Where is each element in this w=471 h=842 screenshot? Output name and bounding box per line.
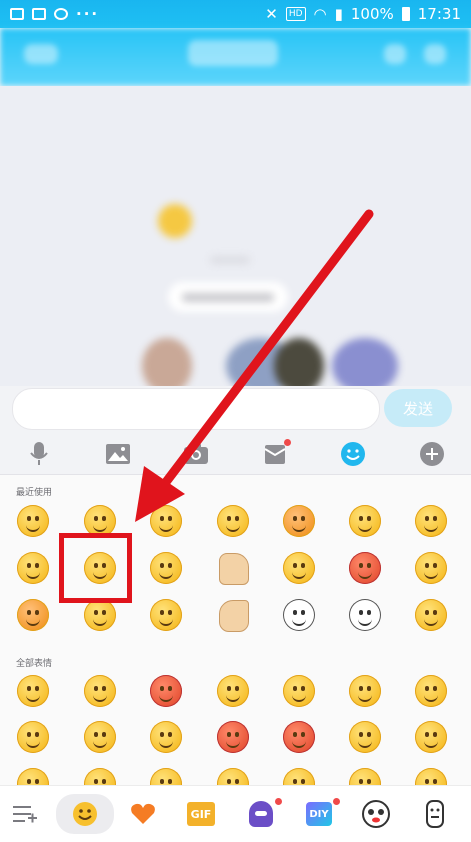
chat-header — [0, 28, 471, 86]
emoji-tears-icon[interactable] — [349, 675, 381, 707]
camera-icon[interactable] — [182, 440, 210, 468]
emoji-partial-icon[interactable] — [217, 768, 249, 785]
message-input[interactable] — [12, 388, 380, 430]
plus-icon[interactable] — [418, 440, 446, 468]
hd-badge: HD — [285, 7, 306, 21]
message-time-blurred — [210, 256, 250, 264]
all-section-title: 全部表情 — [16, 659, 53, 669]
avatar-blurred — [274, 338, 324, 386]
emoji-sun-icon[interactable] — [283, 505, 315, 537]
emoji-smile-icon[interactable] — [415, 552, 447, 584]
tab-classic-emoji[interactable] — [56, 794, 114, 834]
status-right: ✕ HD ◠ ▮ 100% 17:31 — [265, 5, 461, 23]
emoji-grin-icon[interactable] — [150, 599, 182, 631]
emoji-sweat-icon[interactable] — [17, 505, 49, 537]
microphone-icon[interactable] — [25, 440, 53, 468]
signal-icon: ▮ — [334, 5, 343, 23]
avatar-blurred — [142, 338, 192, 386]
call-icon-blurred — [384, 44, 406, 64]
notification-dot — [283, 439, 291, 446]
emoji-bear-icon[interactable] — [349, 599, 381, 631]
emoji-tongue-icon[interactable] — [349, 721, 381, 753]
app-notification-icon — [32, 8, 46, 20]
emoji-partial-icon[interactable] — [349, 768, 381, 785]
profile-icon-blurred — [424, 44, 446, 64]
wifi-icon: ◠ — [313, 5, 327, 23]
tab-meme-sticker[interactable] — [420, 794, 450, 834]
battery-icon — [401, 7, 410, 21]
gallery-notification-icon — [10, 8, 24, 20]
emoji-worried-icon[interactable] — [84, 675, 116, 707]
emoji-category-bar: GIF DIY — [0, 785, 471, 842]
emoji-fearful-icon[interactable] — [217, 721, 249, 753]
back-button-blurred — [24, 44, 58, 64]
chat-message-area — [0, 86, 471, 386]
status-bar: ··· ✕ HD ◠ ▮ 100% 17:31 — [0, 0, 471, 28]
emoji-excited-icon[interactable] — [150, 675, 182, 707]
emoji-laugh-tears-icon[interactable] — [150, 505, 182, 537]
emoji-puzzled-icon[interactable] — [217, 505, 249, 537]
status-left: ··· — [10, 5, 99, 23]
send-button[interactable]: 发送 — [384, 389, 452, 427]
message-input-row: 发送 — [0, 386, 471, 434]
gif-label: GIF — [187, 802, 215, 826]
tab-diy[interactable]: DIY — [304, 794, 340, 834]
emoji-kiss-icon[interactable] — [150, 552, 182, 584]
emoji-partial-icon[interactable] — [150, 768, 182, 785]
tab-panda-sticker[interactable] — [358, 794, 394, 834]
chat-title-blurred — [188, 40, 278, 66]
emoji-sleepy-icon[interactable] — [84, 721, 116, 753]
emoji-sunglasses-icon[interactable] — [283, 675, 315, 707]
input-toolbar — [0, 434, 471, 475]
tab-ghost-sticker[interactable] — [246, 794, 282, 834]
manage-emoji-icon[interactable] — [10, 794, 40, 834]
annotation-highlight-box — [59, 533, 132, 603]
ghost-icon — [249, 801, 273, 827]
tab-gif[interactable]: GIF — [186, 794, 216, 834]
recent-section-title: 最近使用 — [16, 488, 53, 498]
emoji-smile-icon[interactable] — [17, 675, 49, 707]
battery-percent: 100% — [350, 5, 394, 23]
more-notifications-icon: ··· — [76, 5, 100, 23]
emoji-shocked-icon[interactable] — [217, 675, 249, 707]
emoji-partial-icon[interactable] — [17, 768, 49, 785]
image-icon[interactable] — [104, 440, 132, 468]
emoji-blush-icon[interactable] — [415, 675, 447, 707]
emoji-pleading-icon[interactable] — [349, 505, 381, 537]
emoji-partial-icon[interactable] — [415, 768, 447, 785]
emoji-heart-eyes-icon[interactable] — [349, 552, 381, 584]
tab-favorites-heart-icon[interactable] — [128, 794, 158, 834]
mute-icon: ✕ — [265, 5, 278, 23]
emoji-sad-icon[interactable] — [150, 721, 182, 753]
emoji-facepalm-icon[interactable] — [283, 552, 315, 584]
avatar-blurred — [332, 338, 398, 386]
emoji-praying-hands-icon[interactable] — [219, 600, 249, 632]
emoji-thumbs-up-icon[interactable] — [219, 553, 249, 585]
system-message-text-blurred — [182, 293, 274, 302]
emoji-icon[interactable] — [339, 440, 367, 468]
emoji-bear-bow-icon[interactable] — [283, 599, 315, 631]
diy-label: DIY — [306, 802, 332, 826]
emoji-crying-laugh-icon[interactable] — [415, 505, 447, 537]
emoji-partial-icon[interactable] — [84, 768, 116, 785]
notification-dot — [333, 798, 340, 805]
emoji-partial-icon[interactable] — [283, 768, 315, 785]
emoji-angry-icon[interactable] — [283, 721, 315, 753]
emoji-big-grin-icon[interactable] — [415, 721, 447, 753]
notification-dot — [275, 798, 282, 805]
clock: 17:31 — [417, 5, 461, 23]
emoji-smirk-icon[interactable] — [17, 552, 49, 584]
emoji-wailing-icon[interactable] — [84, 599, 116, 631]
emoji-panel: 最近使用 全部表情 — [0, 475, 471, 785]
emoji-hammer-icon[interactable] — [17, 599, 49, 631]
emoji-mouth-zip-icon[interactable] — [17, 721, 49, 753]
compass-notification-icon — [54, 8, 68, 20]
sun-sticker-blurred — [158, 204, 192, 238]
red-packet-icon[interactable] — [261, 439, 291, 468]
emoji-smile2-icon[interactable] — [415, 599, 447, 631]
